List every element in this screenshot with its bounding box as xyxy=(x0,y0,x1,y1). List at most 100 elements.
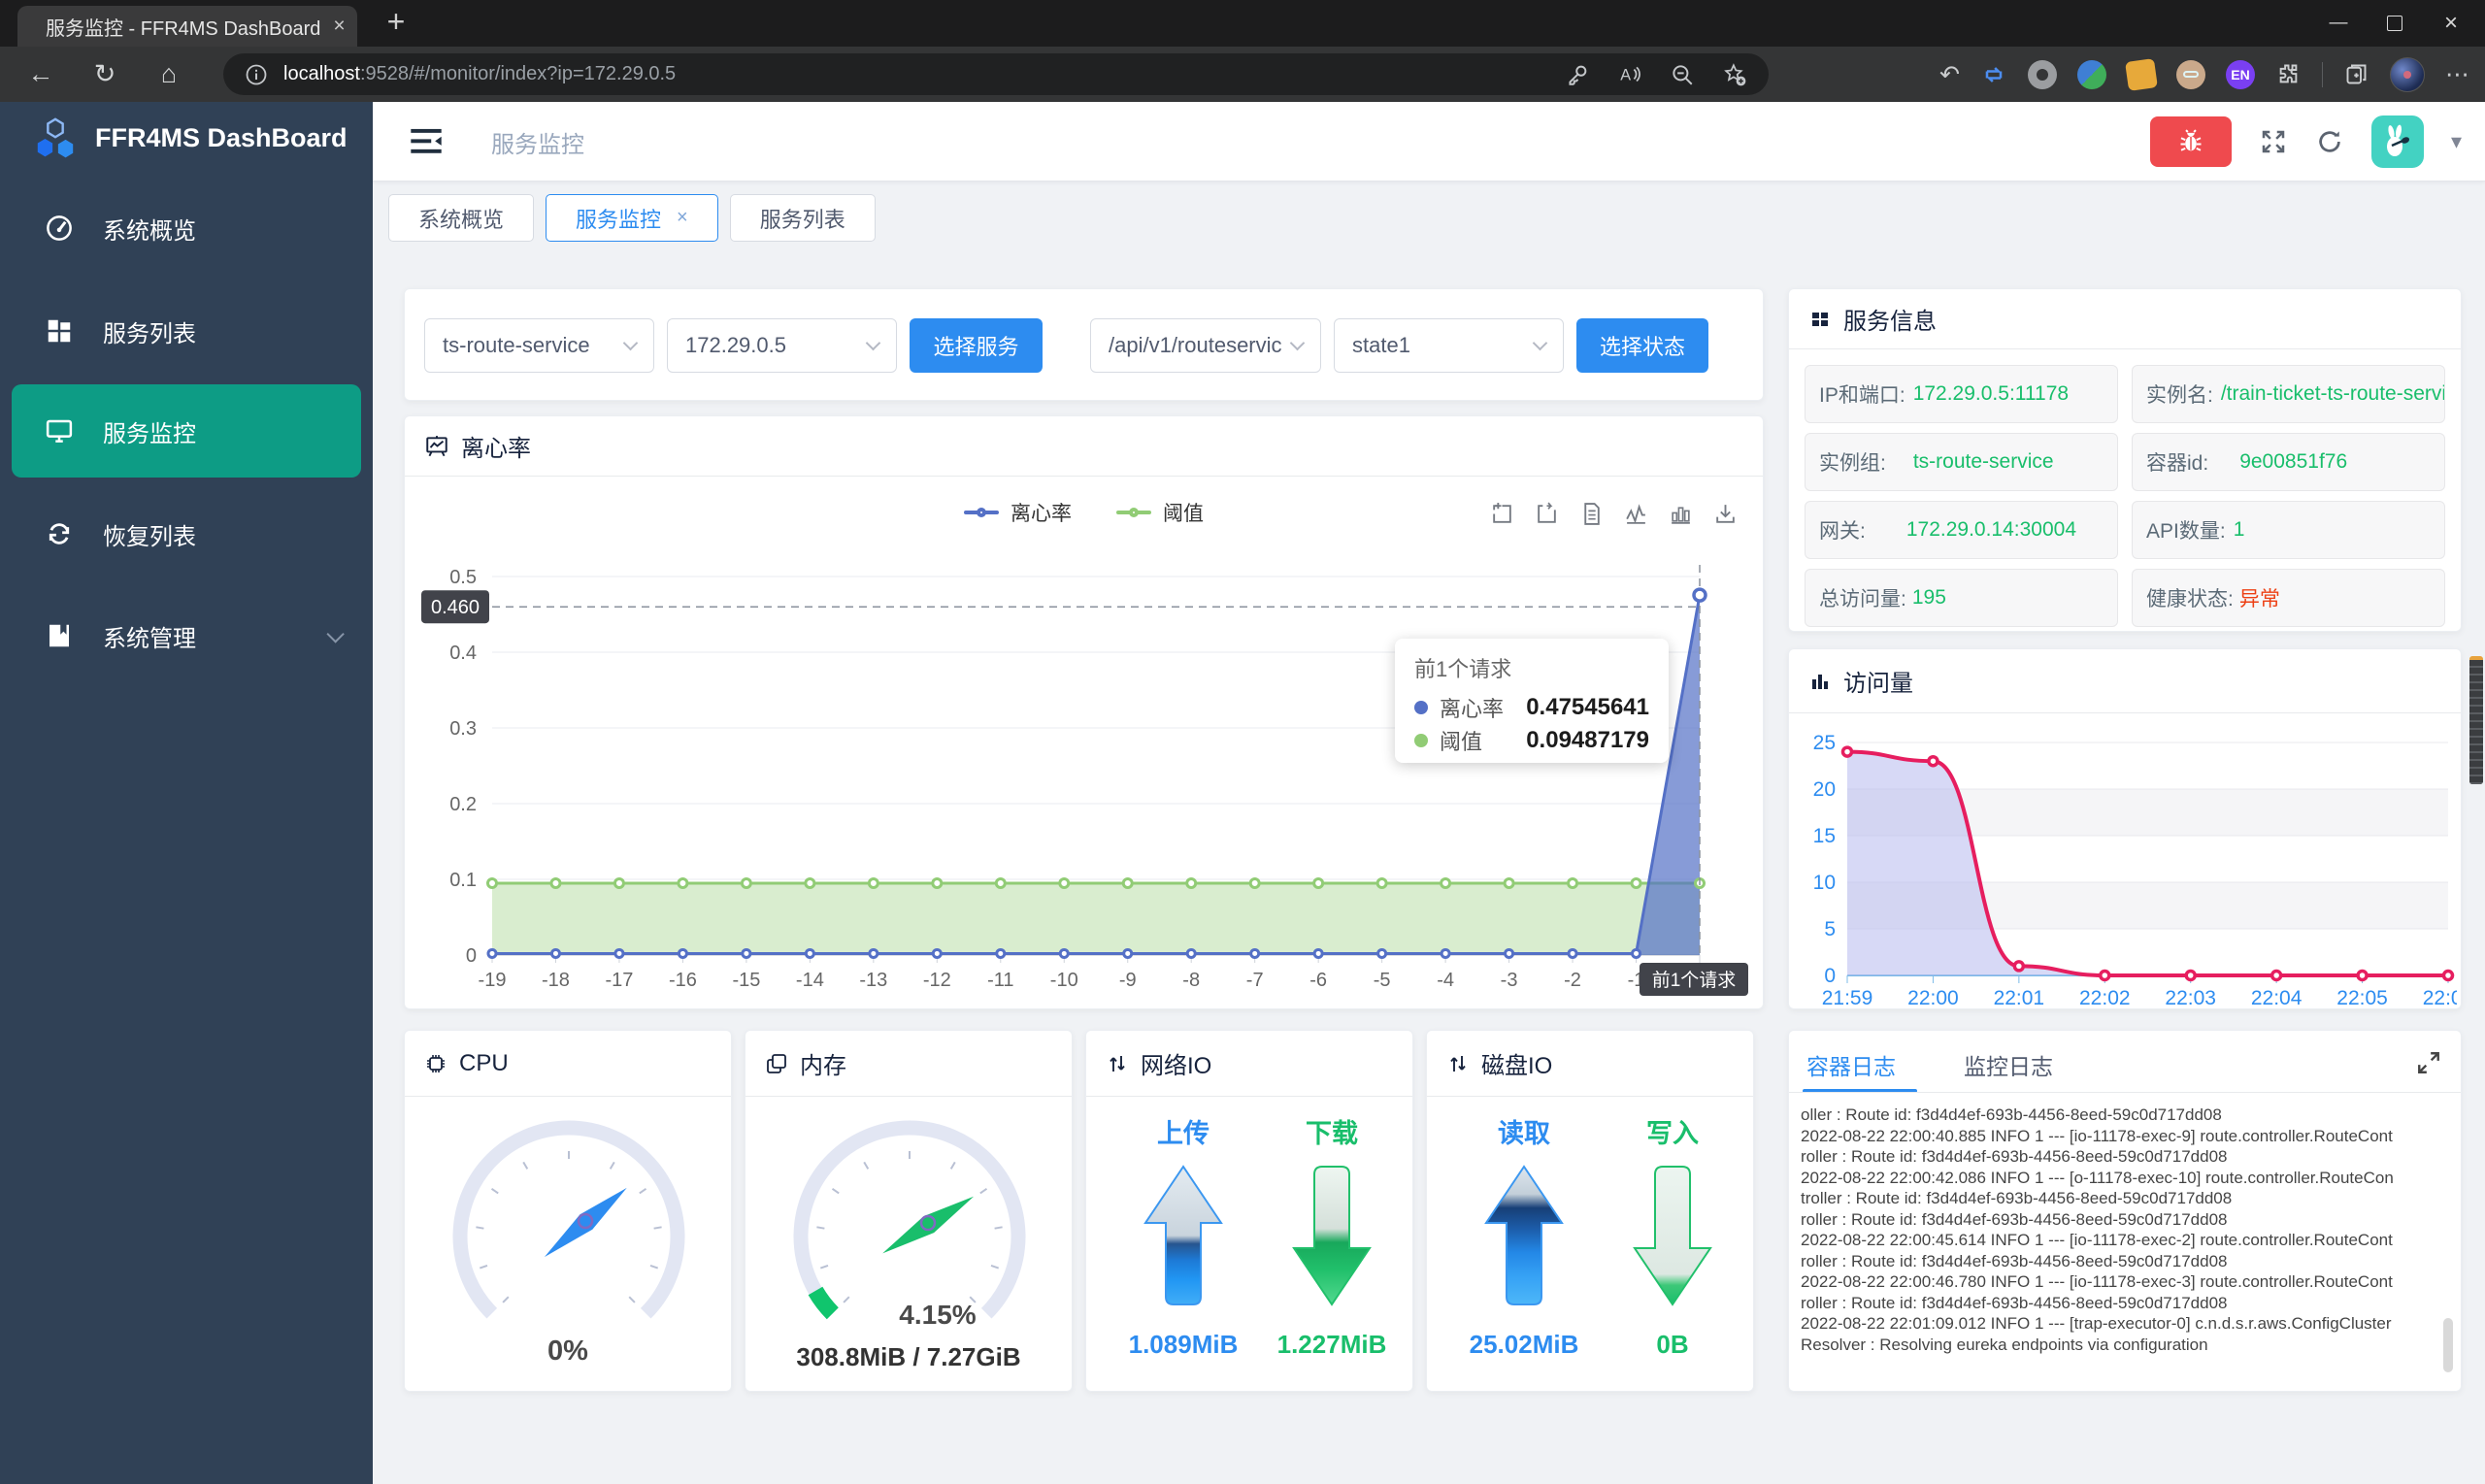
legend-item-threshold[interactable]: 阈值 xyxy=(1116,498,1204,527)
select-service-button[interactable]: 选择服务 xyxy=(910,318,1043,373)
ip-select[interactable]: 172.29.0.5 xyxy=(667,318,897,373)
sidebar-item-label: 系统概览 xyxy=(103,217,196,245)
svg-text:前1个请求: 前1个请求 xyxy=(1652,970,1737,991)
refresh-icon[interactable] xyxy=(2315,127,2344,156)
cpu-card: CPU 0% xyxy=(404,1030,732,1392)
window-minimize-button[interactable]: — xyxy=(2310,0,2367,47)
toolbar-menu-icon[interactable]: ⋯ xyxy=(2445,60,2469,89)
sidebar-item-label: 服务列表 xyxy=(103,320,196,347)
extensions-row: ↶ EN ⋯ xyxy=(1939,53,2469,95)
read-value: 25.02MiB xyxy=(1469,1330,1579,1359)
svg-text:0.5: 0.5 xyxy=(449,567,477,588)
brand[interactable]: FFR4MS DashBoard xyxy=(33,115,348,160)
log-line: Resolver : Resolving eureka endpoints vi… xyxy=(1801,1335,2208,1354)
view-tab-label: 服务监控 xyxy=(576,207,662,232)
state-select[interactable]: state1 xyxy=(1334,318,1564,373)
tab-close-icon[interactable]: × xyxy=(333,15,345,38)
service-info-header: 服务信息 xyxy=(1789,289,2461,349)
breadcrumb[interactable]: 服务监控 xyxy=(491,125,584,159)
browser-tab[interactable]: 服务监控 - FFR4MS DashBoard × xyxy=(17,6,357,47)
service-group-select[interactable]: ts-route-service xyxy=(424,318,654,373)
collections-icon[interactable] xyxy=(2343,61,2369,87)
memory-percent: 4.15% xyxy=(899,1300,977,1330)
svg-text:22:03: 22:03 xyxy=(2165,987,2216,1008)
field-instance-name: 实例名:/train-ticket-ts-route-service-1 xyxy=(2132,365,2445,423)
tooltip-series-value: 0.47545641 xyxy=(1526,694,1649,720)
log-tab-monitor[interactable]: 监控日志 xyxy=(1964,1048,2053,1081)
log-output[interactable]: oller : Route id: f3d4d4ef-693b-4456-8ee… xyxy=(1801,1105,2434,1355)
read-aloud-icon[interactable]: A xyxy=(1617,62,1642,87)
user-avatar[interactable] xyxy=(2370,115,2424,168)
datazoom-icon[interactable] xyxy=(1490,502,1514,526)
view-tab-service-list[interactable]: 服务列表 xyxy=(729,194,876,242)
select-state-button[interactable]: 选择状态 xyxy=(1576,318,1708,373)
log-tab-container[interactable]: 容器日志 xyxy=(1806,1048,1896,1081)
line-chart-switch-icon[interactable] xyxy=(1624,502,1648,526)
sidebar-item-recovery-list[interactable]: 恢复列表 xyxy=(0,487,373,580)
sidebar-item-overview[interactable]: 系统概览 xyxy=(0,181,373,275)
cpu-chip-icon xyxy=(427,1054,445,1072)
translate-en-icon[interactable]: EN xyxy=(2226,59,2255,89)
view-tab-service-monitor[interactable]: 服务监控 × xyxy=(546,194,718,242)
fullscreen-icon[interactable] xyxy=(2259,127,2288,156)
bar-chart-switch-icon[interactable] xyxy=(1669,502,1693,526)
extension-ring-icon[interactable] xyxy=(2028,59,2057,89)
share-loop-icon[interactable] xyxy=(1980,61,2007,88)
password-key-icon[interactable] xyxy=(1565,62,1590,87)
cpu-title: CPU xyxy=(459,1049,509,1076)
field-health-status: 健康状态: 异常 xyxy=(2132,569,2445,627)
upload-arrow-icon xyxy=(1143,1165,1223,1305)
sidebar-item-service-list[interactable]: 服务列表 xyxy=(0,284,373,378)
reload-icon[interactable]: ↻ xyxy=(83,55,126,92)
favorite-star-icon[interactable] xyxy=(1722,62,1747,87)
page-scrollbar-thumb[interactable] xyxy=(2469,656,2483,784)
bug-report-button[interactable] xyxy=(2149,116,2232,167)
sticker-extension-icon[interactable] xyxy=(2125,57,2158,91)
avatar-caret-icon[interactable]: ▾ xyxy=(2451,129,2462,154)
sidebar-item-service-monitor[interactable]: 服务监控 xyxy=(12,384,361,478)
svg-text:A: A xyxy=(1620,66,1631,83)
profile-avatar[interactable] xyxy=(2390,56,2425,92)
log-scrollbar-thumb[interactable] xyxy=(2443,1318,2453,1372)
view-tab-overview[interactable]: 系统概览 xyxy=(388,194,535,242)
eccentricity-chart[interactable]: 0 0.1 0.2 0.3 0.4 0.5 -19 -18 -17 -16 -15 -14 -13 -12… xyxy=(419,530,1750,1010)
browser-titlebar: 服务监控 - FFR4MS DashBoard × + — × xyxy=(0,0,2485,47)
service-info-card: 服务信息 IP和端口: 172.29.0.5:11178 实例名:/train-t… xyxy=(1788,288,2462,632)
network-io-title: 网络IO xyxy=(1141,1053,1212,1079)
svg-text:22:00: 22:00 xyxy=(1907,987,1959,1008)
visits-chart[interactable]: 0 5 10 15 20 25 21:59 22:00 22:01 22:02 22:03 22:04… xyxy=(1795,717,2457,1008)
divider xyxy=(1789,1092,2461,1093)
back-icon[interactable]: ← xyxy=(19,55,62,92)
hamburger-collapse-icon[interactable] xyxy=(410,127,443,156)
grid-icon xyxy=(48,319,71,343)
cpu-value: 0% xyxy=(547,1336,588,1367)
sidebar-item-system-management[interactable]: 系统管理 xyxy=(0,589,373,682)
download-image-icon[interactable] xyxy=(1713,502,1738,526)
new-tab-button[interactable]: + xyxy=(377,4,415,40)
url-rest: :9528/#/monitor/index?ip=172.29.0.5 xyxy=(359,63,677,84)
window-maximize-button[interactable] xyxy=(2367,0,2423,47)
data-view-icon[interactable] xyxy=(1579,502,1604,526)
undo-icon[interactable]: ↶ xyxy=(1939,60,1960,89)
avatar-extension-icon[interactable] xyxy=(2176,59,2205,89)
home-icon[interactable]: ⌂ xyxy=(148,55,190,92)
legend-item-eccentricity[interactable]: 离心率 xyxy=(964,498,1072,527)
svg-text:0.1: 0.1 xyxy=(449,870,477,891)
tab-close-icon[interactable]: × xyxy=(677,207,688,229)
svg-text:-12: -12 xyxy=(923,970,951,991)
service-group-value: ts-route-service xyxy=(443,333,590,357)
extensions-puzzle-icon[interactable] xyxy=(2275,61,2302,87)
view-tabs: 系统概览 服务监控 × 服务列表 xyxy=(388,194,876,242)
datazoom-reset-icon[interactable] xyxy=(1535,502,1559,526)
dashboard-icon xyxy=(47,215,72,241)
window-close-button[interactable]: × xyxy=(2423,0,2479,47)
zoom-out-icon[interactable] xyxy=(1670,62,1695,87)
api-select[interactable]: /api/v1/routeservic xyxy=(1090,318,1321,373)
download-value: 1.227MiB xyxy=(1276,1330,1387,1359)
svg-text:-5: -5 xyxy=(1374,970,1391,991)
idm-extension-icon[interactable] xyxy=(2077,59,2106,89)
svg-text:22:04: 22:04 xyxy=(2251,987,2303,1008)
site-info-icon[interactable] xyxy=(245,63,268,86)
expand-icon[interactable] xyxy=(2416,1050,2441,1075)
url-bar[interactable]: localhost:9528/#/monitor/index?ip=172.29… xyxy=(223,53,1769,95)
